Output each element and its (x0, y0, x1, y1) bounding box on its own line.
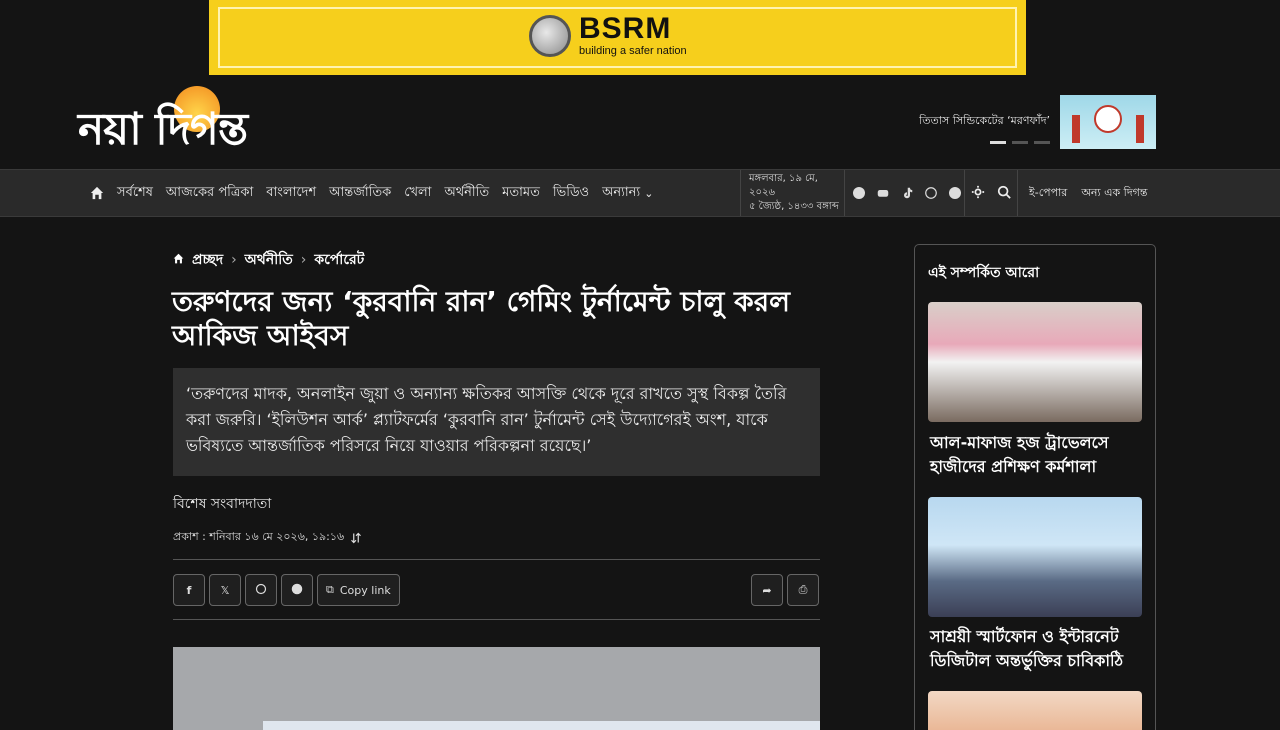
date-bangla: ৫ জ্যৈষ্ঠ, ১৪৩৩ বঙ্গাব্দ (749, 201, 839, 212)
copy-link-label: Copy link (339, 583, 391, 597)
breadcrumb-section[interactable]: অর্থনীতি (245, 248, 293, 272)
promo-badge-icon (1094, 105, 1122, 133)
main-nav: সর্বশেষ আজকের পত্রিকা বাংলাদেশ আন্তর্জাত… (0, 169, 1280, 217)
publish-info: প্রকাশ : শনিবার ১৬ মে ২০২৬, ১৯:১৬ (173, 528, 362, 547)
tower-icon (1136, 115, 1144, 143)
date-gregorian: মঙ্গলবার, ১৯ মে, ২০২৬ (749, 173, 818, 198)
facebook-icon[interactable] (852, 186, 866, 200)
article-hero-image (173, 647, 820, 730)
breadcrumb: প্রচ্ছদ › অর্থনীতি › কর্পোরেট (173, 248, 364, 272)
home-icon[interactable] (90, 186, 104, 200)
share-facebook-button[interactable]: f (173, 574, 205, 606)
logo-text: নয়া দিগন্ত (78, 104, 248, 155)
related-thumbnail[interactable] (928, 691, 1142, 730)
sidebar-title: এই সম্পর্কিত আরো (928, 265, 1040, 281)
facebook-icon: f (186, 583, 192, 597)
nav-right-links: ই-পেপার অন্য এক দিগন্ত (1029, 170, 1147, 216)
home-icon (173, 252, 184, 268)
promo-carousel-dots (990, 141, 1050, 144)
tower-icon (1072, 115, 1080, 143)
nav-item-opinion[interactable]: মতামত (502, 183, 540, 204)
ad-logo: BSRM building a safer nation (529, 14, 687, 57)
nav-item-others[interactable]: অন্যান্য ⌄ (602, 183, 653, 204)
carousel-dot[interactable] (1012, 141, 1028, 144)
chevron-right-icon: › (231, 252, 237, 268)
print-icon: ⎙ (798, 583, 808, 596)
nav-item-sports[interactable]: খেলা (404, 183, 431, 204)
related-title[interactable]: আল-মাফাজ হজ ট্রাভেলসে হাজীদের প্রশিক্ষণ … (930, 431, 1145, 479)
tiktok-icon[interactable] (900, 186, 914, 200)
carousel-dot[interactable] (1034, 141, 1050, 144)
bsrm-logo-icon (529, 14, 571, 57)
social-links (846, 170, 962, 216)
share-button[interactable]: ➦ (751, 574, 783, 606)
copy-link-button[interactable]: ⧉ Copy link (317, 574, 400, 606)
share-actions-right: ➦ ⎙ (751, 574, 819, 606)
related-thumbnail[interactable] (928, 497, 1142, 617)
nav-item-others-label: অন্যান্য (602, 184, 641, 200)
publish-date: প্রকাশ : শনিবার ১৬ মে ২০২৬, ১৯:১৬ (173, 530, 345, 543)
nav-item-latest[interactable]: সর্বশেষ (117, 183, 153, 204)
nav-item-todays-paper[interactable]: আজকের পত্রিকা (166, 183, 253, 204)
copy-icon: ⧉ (326, 583, 334, 596)
epaper-link[interactable]: ই-পেপার (1029, 184, 1067, 203)
article-summary: ‘তরুণদের মাদক, অনলাইন জুয়া ও অন্যান্য ক… (173, 368, 820, 476)
ad-brand: BSRM (579, 12, 672, 45)
chevron-right-icon: › (300, 252, 307, 268)
share-arrow-icon: ➦ (762, 583, 772, 597)
promo-thumbnail (1060, 95, 1156, 149)
ad-banner[interactable]: BSRM building a safer nation (209, 0, 1026, 75)
nav-item-bangladesh[interactable]: বাংলাদেশ (266, 183, 316, 204)
nav-item-economy[interactable]: অর্থনীতি (444, 183, 489, 204)
nav-date: মঙ্গলবার, ১৯ মে, ২০২৬ ৫ জ্যৈষ্ঠ, ১৪৩৩ বঙ… (740, 170, 845, 216)
telegram-icon (291, 583, 303, 598)
telegram-icon[interactable] (948, 186, 962, 200)
share-x-button[interactable]: 𝕏 (209, 574, 241, 606)
article-author: বিশেষ সংবাদদাতা (173, 496, 272, 512)
divider (173, 559, 820, 560)
nav-tools (964, 170, 1018, 216)
other-digonto-link[interactable]: অন্য এক দিগন্ত (1081, 184, 1147, 203)
whatsapp-icon (255, 583, 267, 598)
share-whatsapp-button[interactable] (245, 574, 277, 606)
nav-item-video[interactable]: ভিডিও (553, 183, 589, 204)
ad-tagline: building a safer nation (579, 45, 687, 57)
search-icon[interactable] (997, 184, 1011, 203)
article-title: তরুণদের জন্য ‘কুরবানি রান’ গেমিং টুর্নাম… (172, 285, 791, 352)
carousel-dot[interactable] (990, 141, 1006, 144)
breadcrumb-home[interactable]: প্রচ্ছদ (192, 248, 223, 272)
theme-toggle-sun-icon[interactable] (971, 184, 985, 203)
chevron-down-icon: ⌄ (644, 186, 654, 200)
related-sidebar: এই সম্পর্কিত আরো আল-মাফাজ হজ ট্রাভেলসে হ… (914, 244, 1156, 730)
related-title[interactable]: সাশ্রয়ী স্মার্টফোন ও ইন্টারনেট ডিজিটাল … (930, 625, 1145, 673)
sort-arrows-icon[interactable] (350, 532, 362, 544)
share-buttons: f 𝕏 ⧉ Copy link (173, 574, 400, 606)
breadcrumb-subsection[interactable]: কর্পোরেট (314, 248, 364, 272)
promo-text: তিতাস সিন্ডিকেটের ‘মরণফাঁদ’ (919, 114, 1050, 127)
nav-item-international[interactable]: আন্তর্জাতিক (329, 183, 391, 204)
print-button[interactable]: ⎙ (787, 574, 819, 606)
related-thumbnail[interactable] (928, 302, 1142, 422)
site-logo[interactable]: নয়া দিগন্ত (78, 86, 330, 158)
x-icon: 𝕏 (220, 583, 230, 597)
hero-image-banner (263, 721, 820, 730)
share-telegram-button[interactable] (281, 574, 313, 606)
whatsapp-icon[interactable] (924, 186, 938, 200)
youtube-icon[interactable] (876, 186, 890, 200)
divider (173, 619, 820, 620)
